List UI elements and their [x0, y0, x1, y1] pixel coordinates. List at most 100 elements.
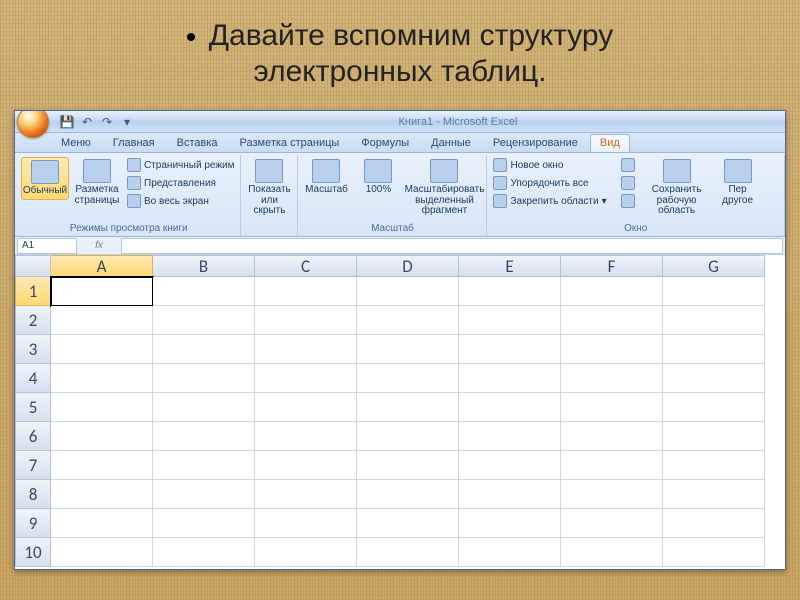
- cell-D7[interactable]: [357, 451, 459, 480]
- undo-icon[interactable]: ↶: [79, 114, 95, 130]
- view-page-layout-button[interactable]: Разметка страницы: [73, 157, 121, 208]
- cell-B2[interactable]: [153, 306, 255, 335]
- cell-C6[interactable]: [255, 422, 357, 451]
- show-hide-button[interactable]: Показать или скрыть: [245, 157, 293, 219]
- ribbon-tab-1[interactable]: Главная: [103, 134, 165, 152]
- cell-E7[interactable]: [459, 451, 561, 480]
- arrange-all-button[interactable]: Упорядочить все: [491, 175, 608, 191]
- cell-F6[interactable]: [561, 422, 663, 451]
- split-button[interactable]: [619, 157, 637, 173]
- cell-A4[interactable]: [51, 364, 153, 393]
- cell-G5[interactable]: [663, 393, 765, 422]
- cell-C1[interactable]: [255, 277, 357, 306]
- column-header-D[interactable]: D: [357, 255, 459, 277]
- ribbon-tab-6[interactable]: Рецензирование: [483, 134, 588, 152]
- zoom-100-button[interactable]: 100%: [354, 157, 402, 198]
- column-header-G[interactable]: G: [663, 255, 765, 277]
- column-header-E[interactable]: E: [459, 255, 561, 277]
- column-header-A[interactable]: A: [51, 255, 153, 277]
- cell-D3[interactable]: [357, 335, 459, 364]
- view-custom-views-button[interactable]: Представления: [125, 175, 236, 191]
- view-normal-button[interactable]: Обычный: [21, 157, 69, 200]
- cell-B7[interactable]: [153, 451, 255, 480]
- freeze-panes-button[interactable]: Закрепить области ▾: [491, 193, 608, 209]
- cell-E6[interactable]: [459, 422, 561, 451]
- cell-A5[interactable]: [51, 393, 153, 422]
- cell-C10[interactable]: [255, 538, 357, 567]
- cell-A2[interactable]: [51, 306, 153, 335]
- ribbon-tab-7[interactable]: Вид: [590, 134, 630, 152]
- cell-E1[interactable]: [459, 277, 561, 306]
- cell-C4[interactable]: [255, 364, 357, 393]
- row-header-9[interactable]: 9: [15, 509, 51, 538]
- cell-D5[interactable]: [357, 393, 459, 422]
- cell-F3[interactable]: [561, 335, 663, 364]
- zoom-button[interactable]: Масштаб: [302, 157, 350, 198]
- cell-B6[interactable]: [153, 422, 255, 451]
- cell-E9[interactable]: [459, 509, 561, 538]
- cell-B3[interactable]: [153, 335, 255, 364]
- new-window-button[interactable]: Новое окно: [491, 157, 608, 173]
- cell-C9[interactable]: [255, 509, 357, 538]
- zoom-to-selection-button[interactable]: Масштабироватьвыделенный фрагмент: [406, 157, 482, 219]
- cell-F2[interactable]: [561, 306, 663, 335]
- row-header-2[interactable]: 2: [15, 306, 51, 335]
- cell-C5[interactable]: [255, 393, 357, 422]
- cell-G2[interactable]: [663, 306, 765, 335]
- cell-C8[interactable]: [255, 480, 357, 509]
- cell-A9[interactable]: [51, 509, 153, 538]
- row-header-4[interactable]: 4: [15, 364, 51, 393]
- view-full-screen-button[interactable]: Во весь экран: [125, 193, 236, 209]
- cell-D9[interactable]: [357, 509, 459, 538]
- cell-E4[interactable]: [459, 364, 561, 393]
- redo-icon[interactable]: ↷: [99, 114, 115, 130]
- cell-B1[interactable]: [153, 277, 255, 306]
- ribbon-tab-3[interactable]: Разметка страницы: [230, 134, 350, 152]
- cell-D1[interactable]: [357, 277, 459, 306]
- select-all-corner[interactable]: [15, 255, 51, 277]
- cell-G4[interactable]: [663, 364, 765, 393]
- cell-G3[interactable]: [663, 335, 765, 364]
- row-header-7[interactable]: 7: [15, 451, 51, 480]
- row-header-6[interactable]: 6: [15, 422, 51, 451]
- cell-F9[interactable]: [561, 509, 663, 538]
- cell-A6[interactable]: [51, 422, 153, 451]
- cell-D8[interactable]: [357, 480, 459, 509]
- cell-A10[interactable]: [51, 538, 153, 567]
- cell-E5[interactable]: [459, 393, 561, 422]
- cell-A3[interactable]: [51, 335, 153, 364]
- row-header-8[interactable]: 8: [15, 480, 51, 509]
- row-header-10[interactable]: 10: [15, 538, 51, 567]
- worksheet[interactable]: ABCDEFG 12345678910: [15, 255, 785, 570]
- cells-area[interactable]: [51, 277, 785, 567]
- cell-D10[interactable]: [357, 538, 459, 567]
- formula-input[interactable]: [121, 238, 783, 254]
- cell-C3[interactable]: [255, 335, 357, 364]
- name-box[interactable]: A1: [17, 238, 77, 254]
- column-header-C[interactable]: C: [255, 255, 357, 277]
- cell-D2[interactable]: [357, 306, 459, 335]
- column-header-F[interactable]: F: [561, 255, 663, 277]
- cell-B8[interactable]: [153, 480, 255, 509]
- view-page-break-button[interactable]: Страничный режим: [125, 157, 236, 173]
- cell-E10[interactable]: [459, 538, 561, 567]
- cell-F10[interactable]: [561, 538, 663, 567]
- cell-F4[interactable]: [561, 364, 663, 393]
- cell-F5[interactable]: [561, 393, 663, 422]
- switch-windows-button[interactable]: Пердругое: [717, 157, 759, 208]
- ribbon-tab-4[interactable]: Формулы: [351, 134, 419, 152]
- cell-F7[interactable]: [561, 451, 663, 480]
- cell-E8[interactable]: [459, 480, 561, 509]
- fx-icon[interactable]: fx: [95, 240, 103, 251]
- column-header-B[interactable]: B: [153, 255, 255, 277]
- save-icon[interactable]: 💾: [59, 114, 75, 130]
- row-header-5[interactable]: 5: [15, 393, 51, 422]
- cell-B9[interactable]: [153, 509, 255, 538]
- office-button[interactable]: [17, 110, 49, 138]
- cell-G7[interactable]: [663, 451, 765, 480]
- row-header-3[interactable]: 3: [15, 335, 51, 364]
- cell-B10[interactable]: [153, 538, 255, 567]
- ribbon-tab-0[interactable]: Меню: [51, 134, 101, 152]
- cell-G6[interactable]: [663, 422, 765, 451]
- cell-C2[interactable]: [255, 306, 357, 335]
